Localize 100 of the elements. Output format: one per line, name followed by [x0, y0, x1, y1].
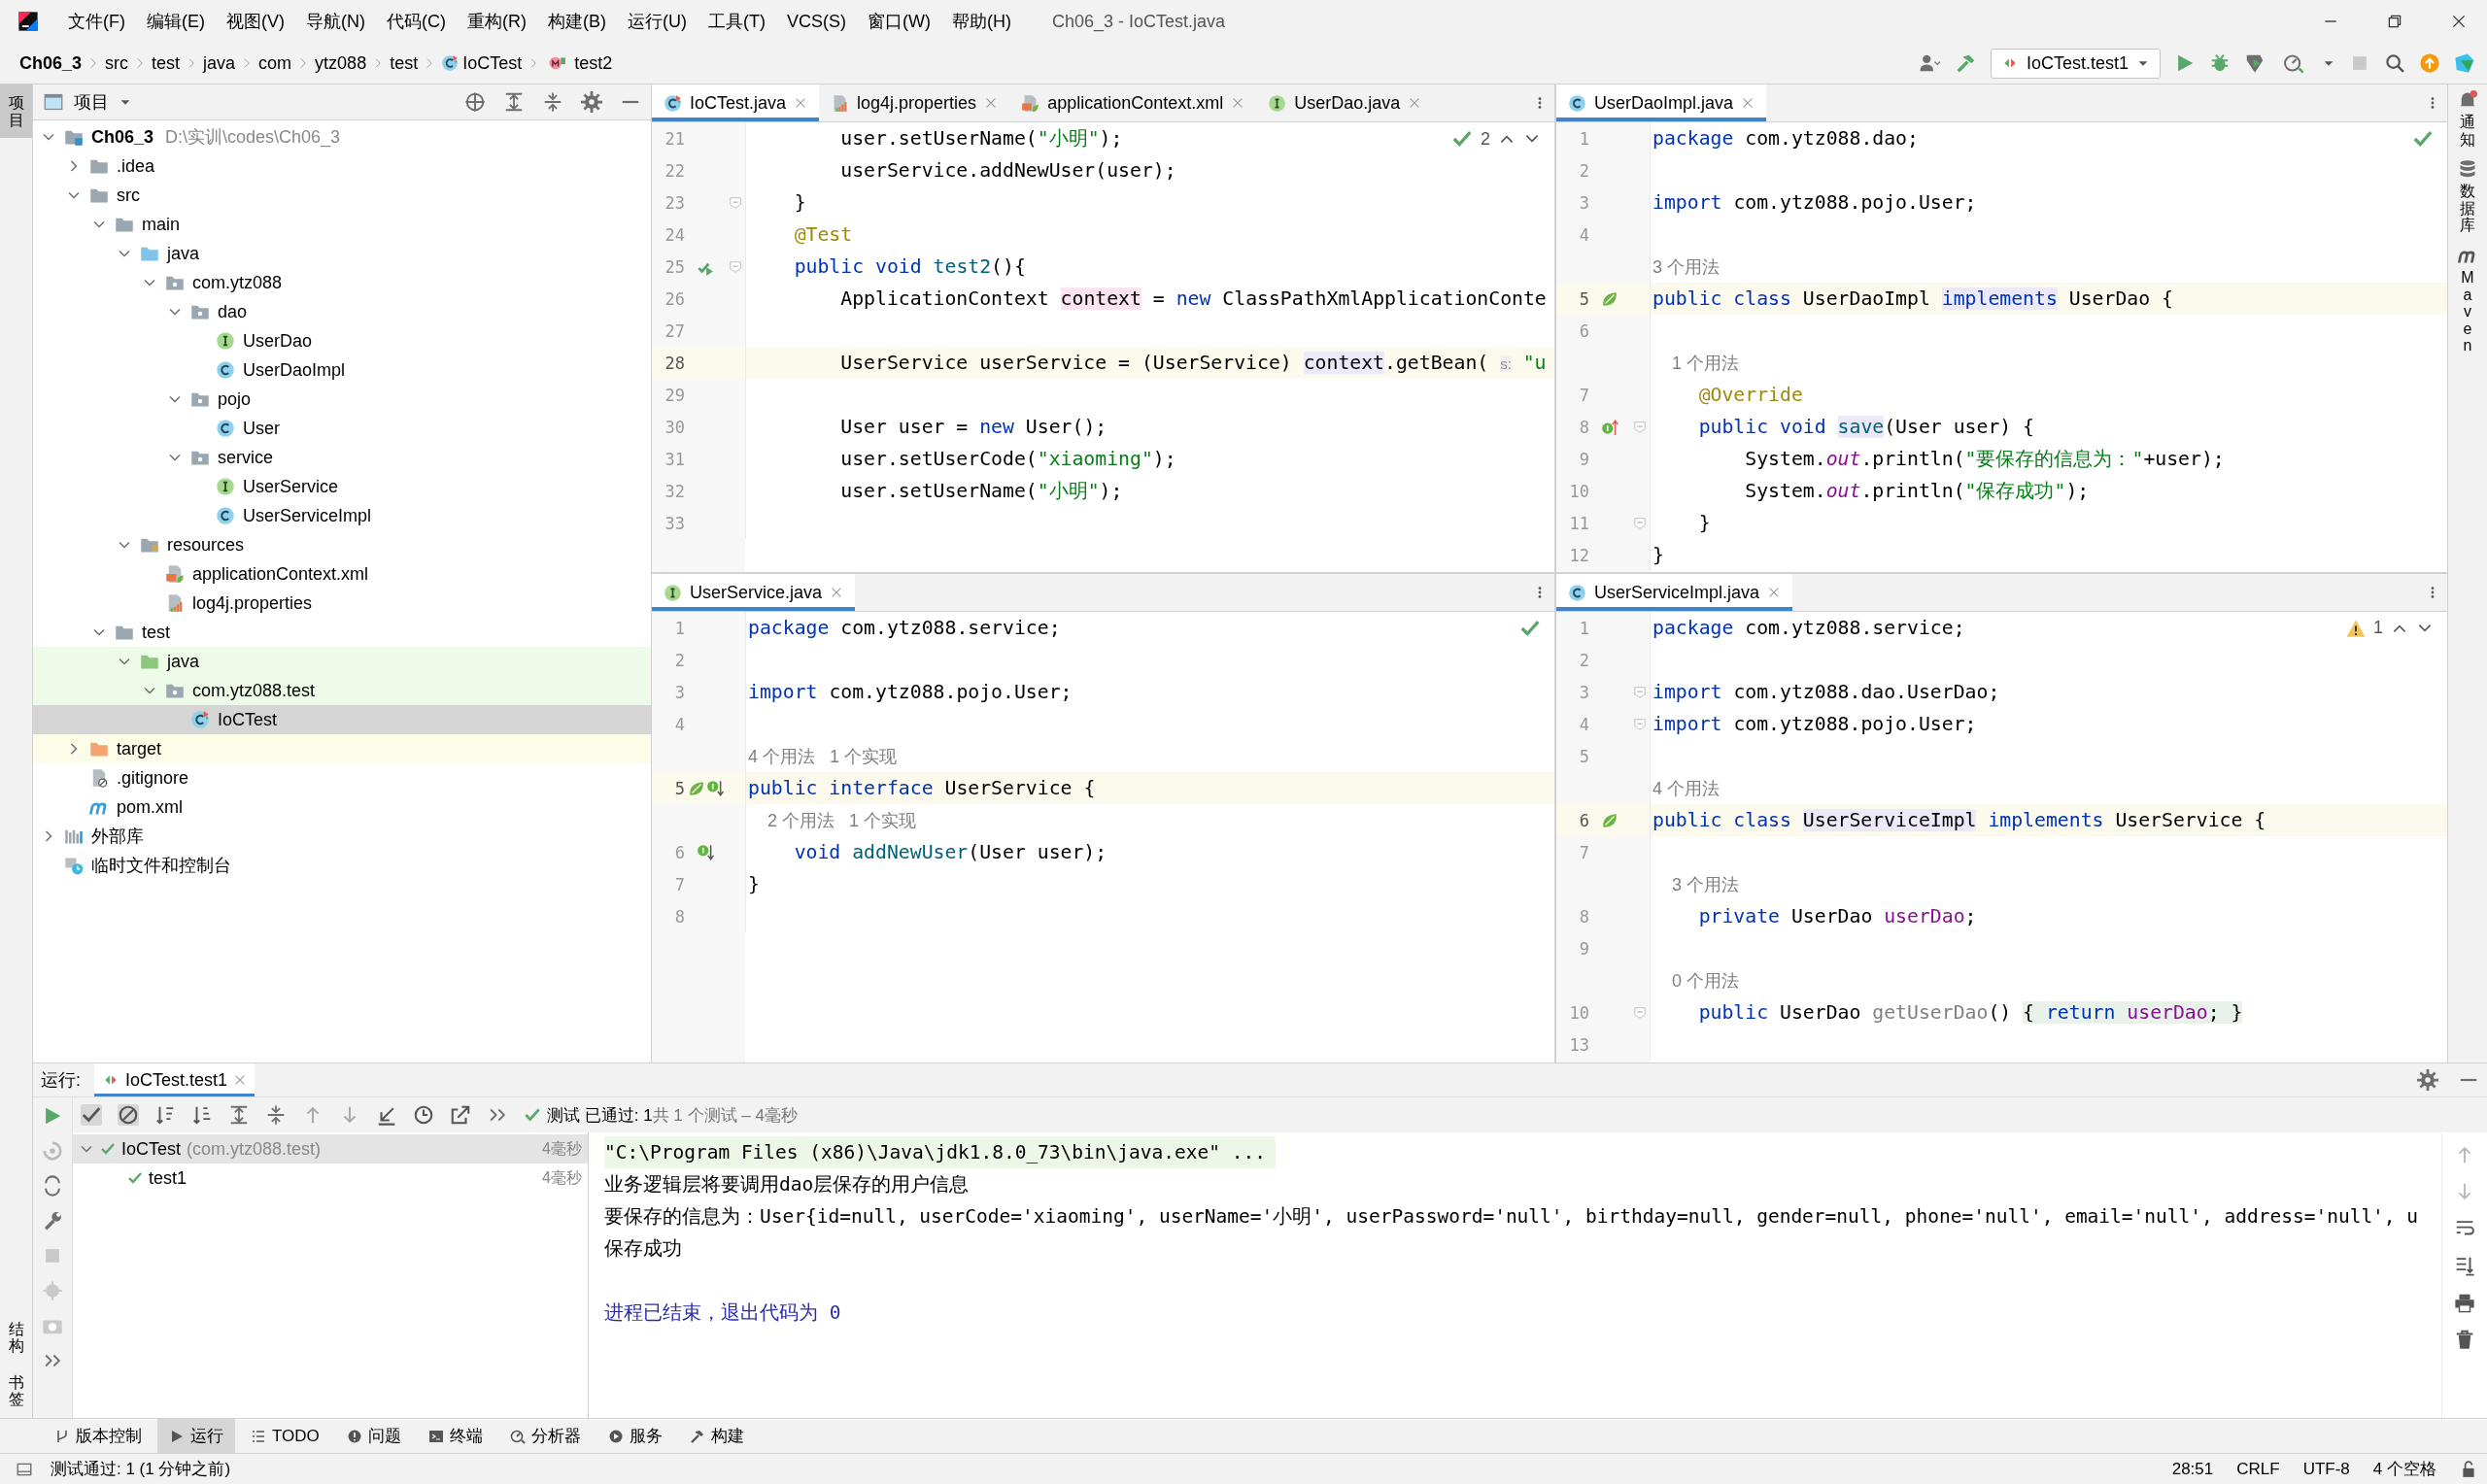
implemented-icon[interactable]	[705, 779, 724, 797]
run-tab[interactable]: IoCTest.test1	[94, 1063, 256, 1096]
fold-marker-icon[interactable]	[1633, 420, 1647, 434]
fold-marker-icon[interactable]	[1633, 516, 1647, 530]
tree-item[interactable]: target	[33, 734, 651, 763]
tree-item[interactable]: src	[33, 181, 651, 210]
tree-item[interactable]: java	[33, 647, 651, 676]
coverage-icon[interactable]	[2244, 52, 2266, 74]
menu-item[interactable]: 运行(U)	[618, 6, 697, 37]
trash-icon[interactable]	[2454, 1329, 2475, 1350]
tree-item[interactable]: UserServiceImpl	[33, 501, 651, 530]
update-icon[interactable]	[2419, 52, 2440, 74]
tree-item[interactable]: pom.xml	[33, 793, 651, 822]
usage-hint[interactable]: 4 个用法 1 个实现	[748, 744, 898, 768]
editor-tab[interactable]: UserDao.java	[1256, 84, 1434, 121]
tree-item[interactable]: com.ytz088.test	[33, 676, 651, 705]
breadcrumb[interactable]: test	[386, 51, 423, 76]
sort-alpha-icon[interactable]	[154, 1104, 176, 1126]
hammer-icon[interactable]	[1955, 52, 1977, 74]
editor-tab[interactable]: applicationContext.xml	[1009, 84, 1257, 121]
fold-marker-icon[interactable]	[1633, 717, 1647, 731]
locate-icon[interactable]	[464, 91, 486, 113]
tree-item[interactable]: java	[33, 239, 651, 268]
bean-icon[interactable]	[1601, 811, 1618, 829]
override-icon[interactable]	[1601, 418, 1618, 436]
status-bar-item[interactable]: CRLF	[2236, 1459, 2280, 1479]
fold-marker-icon[interactable]	[1633, 685, 1647, 699]
breadcrumb[interactable]: test	[148, 51, 185, 76]
tree-item[interactable]: IoCTest	[33, 705, 651, 734]
breadcrumb[interactable]: IoCTest	[437, 51, 527, 76]
tree-item[interactable]: Ch06_3 D:\实训\codes\Ch06_3	[33, 122, 651, 152]
tree-item[interactable]: .idea	[33, 152, 651, 181]
test-item[interactable]: IoCTest (com.ytz088.test) 4毫秒	[73, 1134, 588, 1164]
tree-item[interactable]: .gitignore	[33, 763, 651, 793]
menu-item[interactable]: 窗口(W)	[858, 6, 940, 37]
debug-icon[interactable]	[2209, 52, 2231, 74]
tree-item[interactable]: pojo	[33, 385, 651, 414]
close-icon[interactable]	[2450, 13, 2468, 30]
breadcrumb[interactable]: ytz088	[311, 51, 371, 76]
export-icon[interactable]	[450, 1104, 471, 1126]
search-icon[interactable]	[2384, 52, 2405, 74]
tool-window-button[interactable]: 数据库	[2458, 159, 2477, 234]
tree-item[interactable]: UserService	[33, 472, 651, 501]
tool-window-button[interactable]: 结构	[0, 1310, 32, 1365]
menu-item[interactable]: 工具(T)	[698, 6, 775, 37]
tree-item[interactable]: service	[33, 443, 651, 472]
tree-item[interactable]: UserDaoImpl	[33, 355, 651, 385]
menu-item[interactable]: 视图(V)	[217, 6, 294, 37]
settings-icon[interactable]	[2417, 1069, 2438, 1091]
fold-marker-icon[interactable]	[1633, 1005, 1647, 1020]
tool-window-button[interactable]: 版本控制	[43, 1419, 153, 1453]
menu-item[interactable]: 编辑(E)	[137, 6, 215, 37]
tool-window-button[interactable]: 书签	[0, 1364, 32, 1418]
menu-item[interactable]: 代码(C)	[377, 6, 456, 37]
tree-item[interactable]: 外部库	[33, 822, 651, 851]
editor-tab[interactable]: UserService.java	[652, 574, 856, 611]
print-icon[interactable]	[2454, 1292, 2475, 1313]
tool-window-button[interactable]: 项目	[0, 84, 32, 139]
tool-window-button[interactable]: 通知	[2458, 90, 2477, 149]
fold-marker-icon[interactable]	[729, 259, 742, 274]
expand-all-icon[interactable]	[228, 1104, 250, 1126]
tool-window-button[interactable]: 服务	[596, 1419, 674, 1453]
show-passed-icon[interactable]	[81, 1104, 102, 1126]
show-ignored-icon[interactable]	[118, 1104, 139, 1126]
usage-hint[interactable]: 3 个用法	[1652, 254, 1720, 279]
collapse-all-icon[interactable]	[265, 1104, 287, 1126]
problem-count[interactable]: 2	[1481, 128, 1490, 150]
tool-window-button[interactable]: 运行	[157, 1419, 235, 1453]
status-bar-item[interactable]: 4 个空格	[2372, 1458, 2436, 1480]
usage-hint[interactable]: 1 个用法	[1652, 351, 1739, 375]
wrench-icon[interactable]	[42, 1210, 63, 1231]
tree-item[interactable]: User	[33, 414, 651, 443]
scroll-to-end-icon[interactable]	[2454, 1255, 2475, 1276]
breadcrumb[interactable]: java	[199, 51, 240, 76]
editor-tab[interactable]: IoCTest.java	[652, 84, 820, 121]
menu-item[interactable]: 构建(B)	[538, 6, 616, 37]
editor-tab[interactable]: UserServiceImpl.java	[1556, 574, 1793, 611]
settings-icon[interactable]	[581, 91, 602, 113]
tree-item[interactable]: com.ytz088	[33, 268, 651, 297]
tree-item[interactable]: test	[33, 618, 651, 647]
check-icon[interactable]	[1519, 618, 1541, 639]
tool-window-button[interactable]: 终端	[416, 1419, 494, 1453]
lock-icon[interactable]	[2460, 1460, 2477, 1478]
tool-window-button[interactable]: 问题	[334, 1419, 413, 1453]
tree-item[interactable]: UserDao	[33, 326, 651, 355]
tree-item[interactable]: resources	[33, 530, 651, 559]
usage-hint[interactable]: 0 个用法	[1652, 968, 1739, 993]
breadcrumb[interactable]: src	[101, 51, 133, 76]
expand-all-icon[interactable]	[503, 91, 525, 113]
restore-icon[interactable]	[2386, 13, 2403, 30]
status-bar-item[interactable]: 28:51	[2171, 1459, 2214, 1479]
menu-item[interactable]: 导航(N)	[296, 6, 375, 37]
tool-window-button[interactable]: 分析器	[497, 1419, 593, 1453]
usage-hint[interactable]: 2 个用法 1 个实现	[748, 808, 917, 832]
tool-window-button[interactable]: Maven	[2458, 245, 2477, 354]
usage-hint[interactable]: 4 个用法	[1652, 776, 1720, 800]
tool-window-button[interactable]: 构建	[677, 1419, 756, 1453]
implemented-icon[interactable]	[697, 843, 714, 861]
editor-tab[interactable]: UserDaoImpl.java	[1556, 84, 1767, 121]
project-view-dropdown[interactable]: 项目	[43, 90, 132, 114]
